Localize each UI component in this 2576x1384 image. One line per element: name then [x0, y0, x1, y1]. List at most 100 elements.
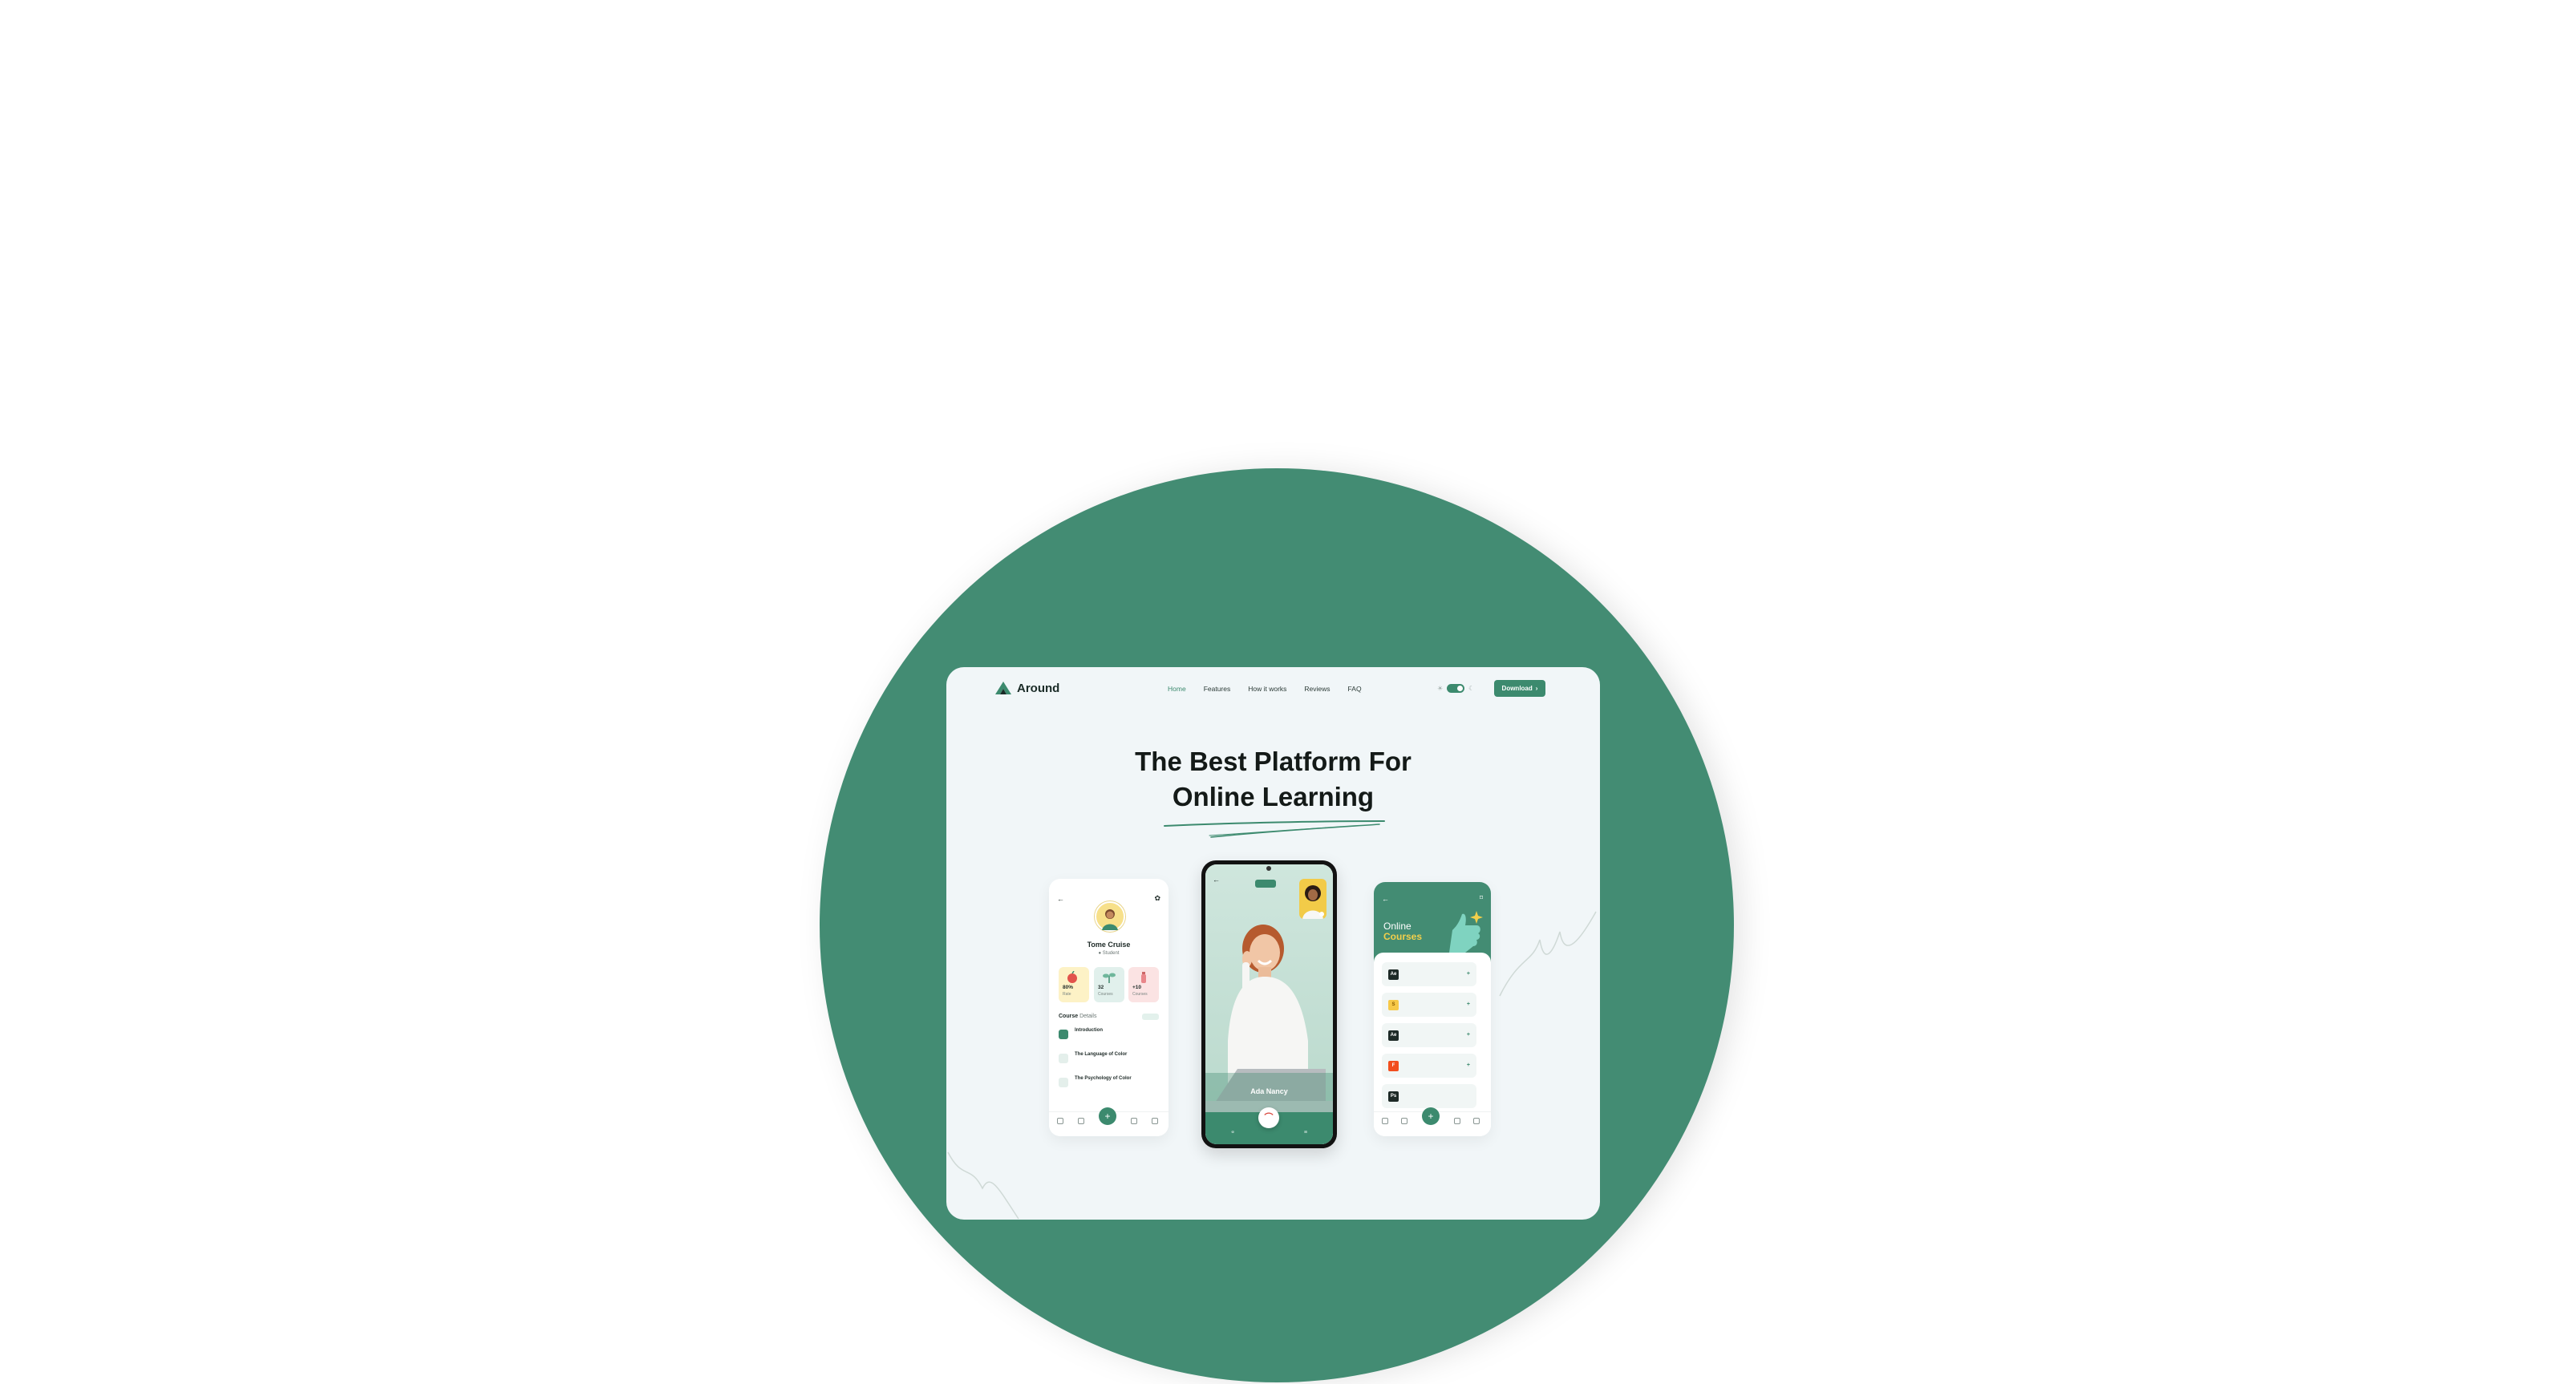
video-call-screen: ← Ada Nancy ⊚ ⌒ ⊞: [1205, 864, 1333, 1144]
section-title: Course Details: [1059, 1014, 1097, 1019]
nav-item-profile[interactable]: [1148, 1118, 1161, 1126]
mic-button[interactable]: ⊚: [1225, 1130, 1241, 1135]
moon-icon: ☾: [1468, 685, 1475, 692]
self-video-preview: [1299, 879, 1326, 919]
stat-label: Courses: [1098, 992, 1113, 997]
add-course-icon[interactable]: +: [1467, 1032, 1470, 1038]
stat-card-courses: 32 Courses: [1094, 967, 1124, 1002]
back-arrow-icon[interactable]: ←: [1213, 876, 1220, 884]
figma-icon: F: [1388, 1061, 1399, 1071]
nav-item-search[interactable]: [1451, 1118, 1464, 1126]
nav-item-search[interactable]: [1128, 1118, 1140, 1126]
nav-home[interactable]: Home: [1168, 685, 1186, 693]
bottle-icon: [1141, 972, 1146, 983]
profile-role: ● Student: [1098, 951, 1120, 956]
theme-toggle[interactable]: [1447, 684, 1465, 693]
bottom-navigation: +: [1374, 1107, 1491, 1136]
bookmark-icon[interactable]: ⌑: [1480, 894, 1483, 901]
brand-logo[interactable]: Around: [994, 681, 1059, 695]
stat-value: +10: [1132, 985, 1142, 990]
search-icon: [1454, 1118, 1460, 1124]
lock-icon: [1059, 1054, 1068, 1063]
chat-button[interactable]: ⊞: [1298, 1130, 1314, 1135]
courses-phone-mockup: ← ⌑ Online Courses Ae + S + Ae + F + Ps …: [1374, 882, 1491, 1136]
lesson-title: Introduction: [1075, 1028, 1103, 1033]
call-controls: ⊚ ⌒ ⊞: [1205, 1107, 1333, 1144]
lesson-item[interactable]: The Psychology of Color: [1059, 1076, 1159, 1094]
home-icon: [1057, 1118, 1063, 1124]
camera-notch: [1266, 866, 1271, 871]
after-effects-icon: Ae: [1388, 1030, 1399, 1041]
courses-header: ← ⌑ Online Courses: [1374, 882, 1491, 962]
book-icon: [1078, 1118, 1084, 1124]
nav-features[interactable]: Features: [1204, 685, 1231, 693]
sketch-icon: S: [1388, 1000, 1399, 1010]
main-nav: Home Features How it works Reviews FAQ: [1168, 685, 1362, 693]
course-item[interactable]: Ae +: [1382, 962, 1476, 986]
avatar: [1095, 901, 1125, 932]
stat-value: 32: [1098, 985, 1104, 990]
video-call-phone-mockup: ← Ada Nancy ⊚ ⌒ ⊞: [1201, 860, 1337, 1148]
nav-faq[interactable]: FAQ: [1348, 685, 1362, 693]
lesson-item[interactable]: The Language of Color: [1059, 1052, 1159, 1070]
nav-item-courses[interactable]: [1398, 1118, 1411, 1126]
stat-card-extra: +10 Courses: [1128, 967, 1159, 1002]
hero-title-line-2: Online Learning: [1172, 782, 1375, 811]
brand-name: Around: [1017, 681, 1060, 695]
courses-title-line-2: Courses: [1383, 931, 1423, 942]
stat-label: Rate: [1063, 992, 1071, 997]
user-icon: [1152, 1118, 1158, 1124]
hang-up-button[interactable]: ⌒: [1258, 1107, 1279, 1128]
sun-icon: ☀: [1437, 685, 1444, 692]
gear-icon[interactable]: ✿: [1154, 894, 1160, 903]
search-icon: [1131, 1118, 1137, 1124]
hero-title-line-1: The Best Platform For: [1135, 747, 1412, 776]
arrow-right-icon: ›: [1535, 685, 1538, 692]
course-item[interactable]: Ps: [1382, 1084, 1476, 1108]
profile-phone-mockup: ← ✿ Tome Cruise ● Student 80% Rate 32 Co…: [1049, 879, 1169, 1136]
add-course-icon[interactable]: +: [1467, 971, 1470, 977]
logo-icon: [995, 682, 1011, 694]
add-button[interactable]: +: [1099, 1107, 1116, 1125]
user-icon: [1473, 1118, 1480, 1124]
nav-item-courses[interactable]: [1075, 1118, 1088, 1126]
lesson-title: The Language of Color: [1075, 1052, 1128, 1057]
back-arrow-icon[interactable]: ←: [1057, 895, 1064, 903]
stat-card-rate: 80% Rate: [1059, 967, 1089, 1002]
download-button[interactable]: Download ›: [1494, 680, 1545, 697]
course-item[interactable]: S +: [1382, 993, 1476, 1017]
plant-icon: [1103, 973, 1116, 983]
thumbs-up-illustration: [1449, 911, 1483, 953]
courses-title-line-1: Online: [1383, 921, 1412, 932]
course-item[interactable]: Ae +: [1382, 1023, 1476, 1047]
apple-icon: [1067, 971, 1077, 983]
stat-value: 80%: [1063, 985, 1074, 990]
stat-label: Courses: [1132, 992, 1148, 997]
squiggle-decoration-right: [1499, 911, 1597, 997]
nav-item-home[interactable]: [1379, 1118, 1391, 1126]
nav-item-profile[interactable]: [1470, 1118, 1483, 1126]
call-status-badge: [1255, 880, 1276, 888]
lesson-title: The Psychology of Color: [1075, 1076, 1132, 1081]
after-effects-icon: Ae: [1388, 969, 1399, 980]
book-icon: [1401, 1118, 1407, 1124]
theme-switcher: ☀ ☾: [1437, 684, 1474, 693]
profile-name: Tome Cruise: [1087, 941, 1131, 949]
add-button[interactable]: +: [1422, 1107, 1440, 1125]
lock-icon: [1059, 1078, 1068, 1087]
nav-how-it-works[interactable]: How it works: [1248, 685, 1286, 693]
squiggle-decoration-left: [947, 1151, 1019, 1220]
caller-name: Ada Nancy: [1250, 1087, 1288, 1095]
home-icon: [1382, 1118, 1388, 1124]
add-course-icon[interactable]: +: [1467, 1062, 1470, 1068]
back-arrow-icon[interactable]: ←: [1382, 895, 1389, 903]
lesson-item[interactable]: Introduction: [1059, 1028, 1159, 1046]
photoshop-icon: Ps: [1388, 1091, 1399, 1102]
course-list: Ae + S + Ae + F + Ps +: [1374, 953, 1491, 1136]
add-course-icon[interactable]: +: [1467, 1002, 1470, 1007]
download-label: Download: [1501, 685, 1533, 692]
nav-item-home[interactable]: [1054, 1118, 1067, 1126]
nav-reviews[interactable]: Reviews: [1304, 685, 1330, 693]
section-tag[interactable]: [1142, 1014, 1159, 1020]
course-item[interactable]: F +: [1382, 1054, 1476, 1078]
